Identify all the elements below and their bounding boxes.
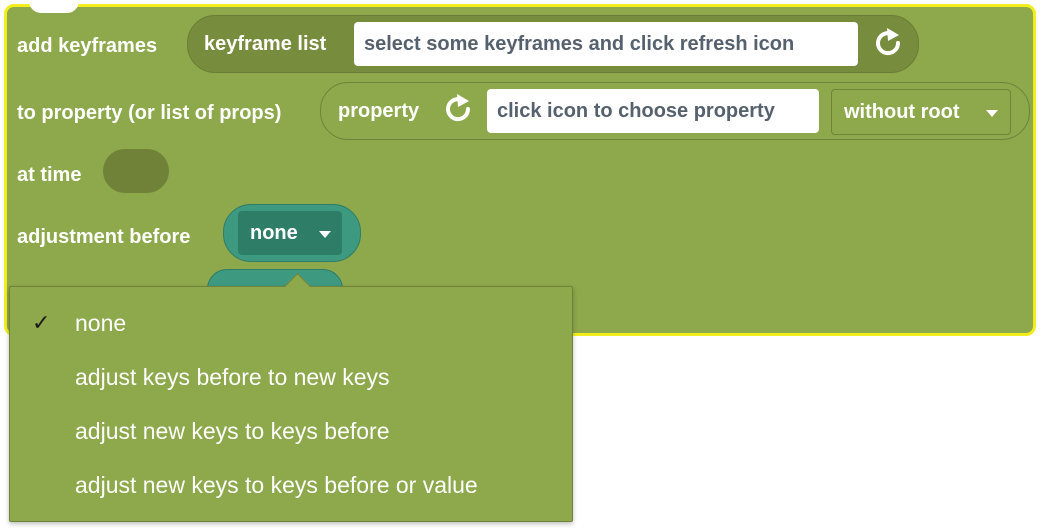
keyframe-selection-field[interactable]: select some keyframes and click refresh … <box>354 22 858 66</box>
menu-item-adjust-new-to-before-or-value[interactable]: adjust new keys to keys before or value <box>10 460 572 510</box>
root-dropdown-value: without root <box>844 101 960 123</box>
at-time-label: at time <box>17 164 82 186</box>
adjustment-before-dropdown[interactable]: none <box>238 211 342 255</box>
time-input-slot[interactable] <box>103 149 169 193</box>
adjustment-options-menu: ✓ none adjust keys before to new keys ad… <box>9 273 573 522</box>
refresh-icon[interactable] <box>871 26 905 60</box>
adjustment-before-label: adjustment before <box>17 226 191 248</box>
keyframe-list-label: keyframe list <box>204 33 327 55</box>
menu-item-label: adjust new keys to keys before or value <box>75 472 478 498</box>
keyframe-list-slot[interactable]: keyframe list select some keyframes and … <box>187 15 919 73</box>
menu-item-adjust-keys-before-to-new[interactable]: adjust keys before to new keys <box>10 352 572 402</box>
adjustment-before-slot[interactable]: none <box>223 204 361 262</box>
menu-item-label: adjust keys before to new keys <box>75 364 390 390</box>
property-slot[interactable]: property click icon to choose property w… <box>320 82 1030 140</box>
to-property-label: to property (or list of props) <box>17 102 282 124</box>
property-field[interactable]: click icon to choose property <box>487 89 819 133</box>
checkmark-icon: ✓ <box>32 310 51 335</box>
block-notch <box>29 1 79 13</box>
menu-item-label: adjust new keys to keys before <box>75 418 390 444</box>
menu-item-adjust-new-to-before[interactable]: adjust new keys to keys before <box>10 406 572 456</box>
menu-item-label: none <box>75 310 127 336</box>
adjustment-before-value: none <box>250 222 298 244</box>
menu-item-none[interactable]: ✓ none <box>10 298 572 348</box>
caret-down-icon <box>986 110 998 117</box>
caret-down-icon <box>319 231 331 238</box>
property-label: property <box>338 100 420 122</box>
refresh-icon[interactable] <box>441 92 475 126</box>
root-dropdown[interactable]: without root <box>831 89 1011 135</box>
add-keyframes-label: add keyframes <box>17 35 158 57</box>
